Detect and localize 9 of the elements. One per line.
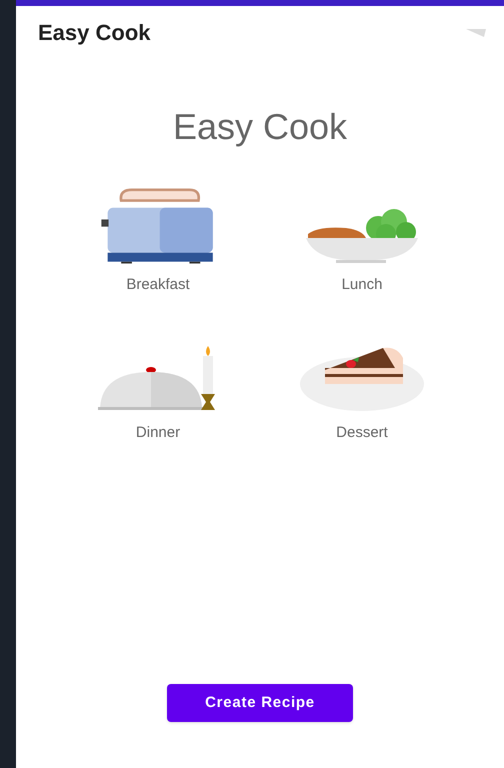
category-label[interactable]: Dessert — [336, 422, 388, 444]
cloche-icon — [98, 344, 218, 412]
create-recipe-button[interactable]: Create Recipe — [167, 684, 353, 722]
category-label[interactable]: Lunch — [342, 274, 382, 296]
food-plate-icon — [306, 208, 418, 264]
page-heading: Easy Cook — [172, 105, 348, 149]
category-label[interactable]: Breakfast — [126, 274, 190, 296]
category-label[interactable]: Dinner — [136, 422, 180, 444]
app-title: Easy Cook — [38, 18, 150, 47]
